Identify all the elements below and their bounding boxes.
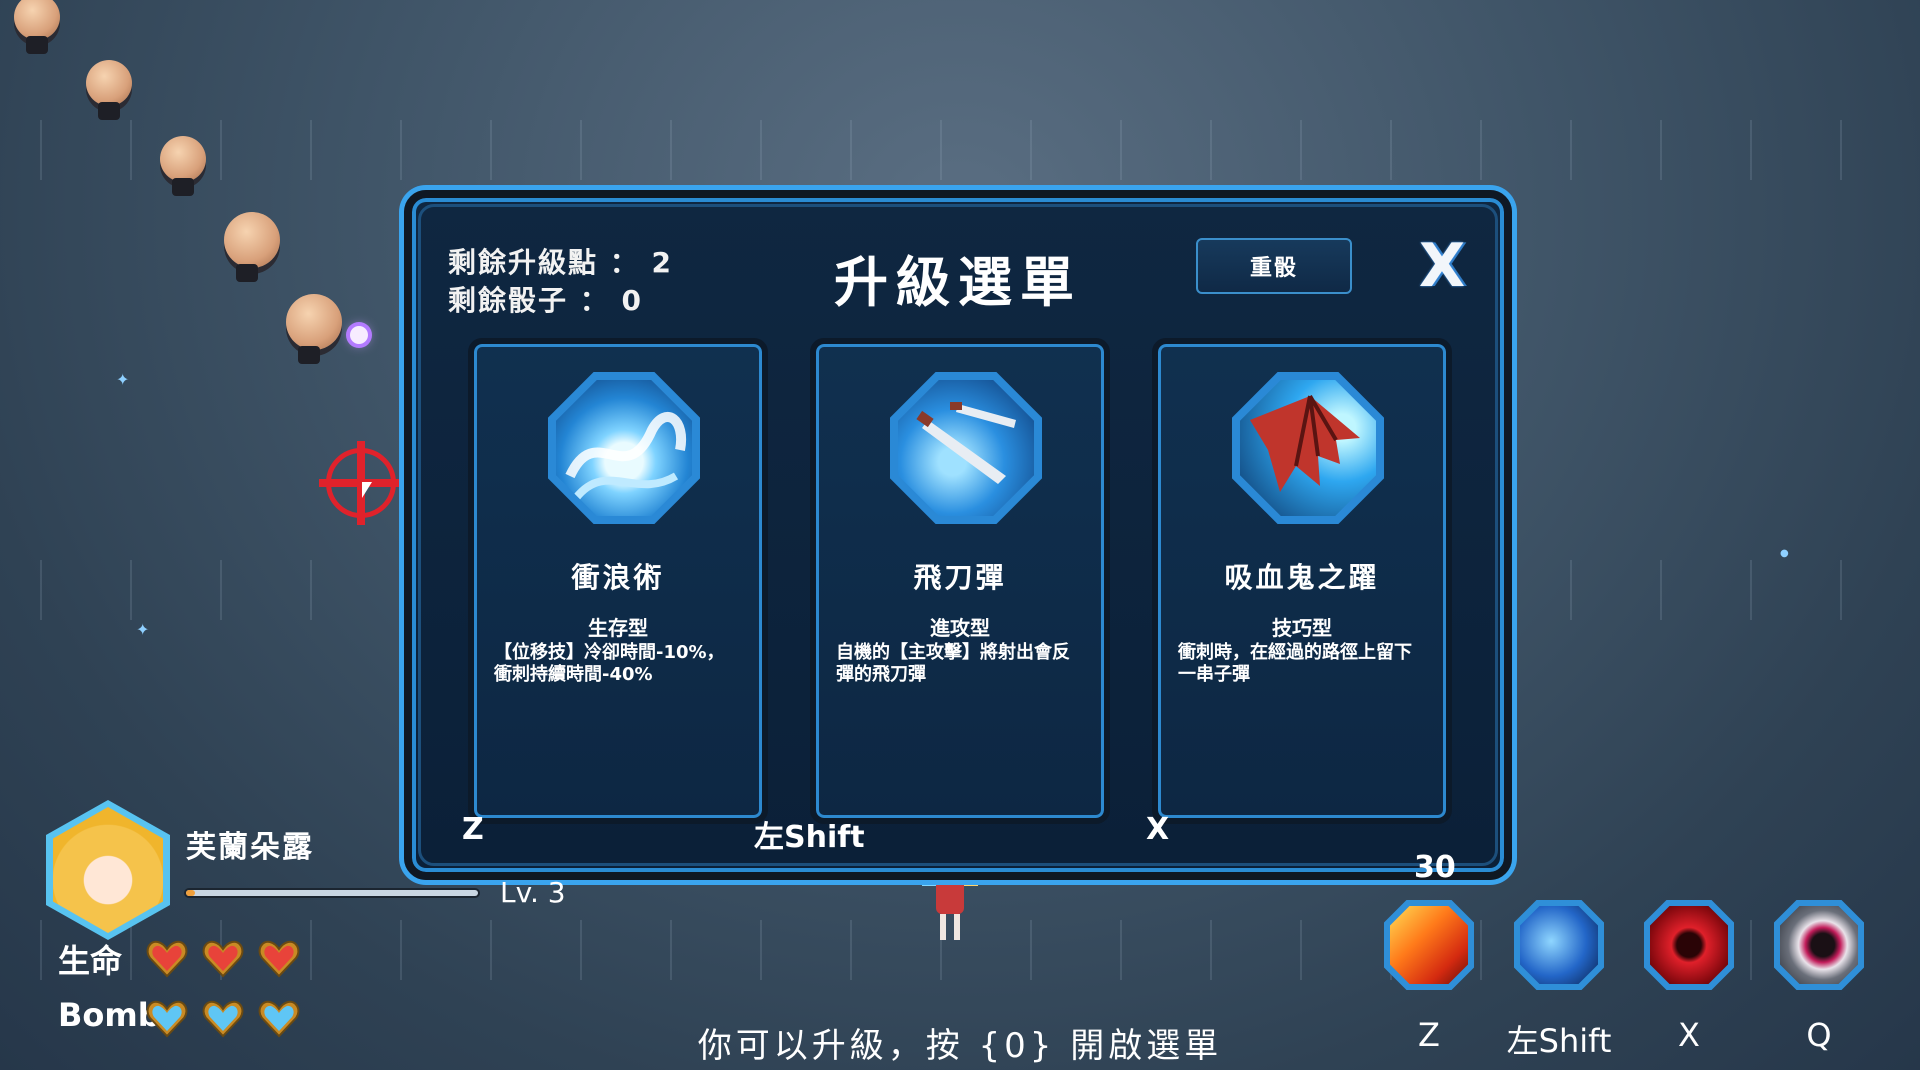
enemy [224, 212, 280, 282]
sparkle-icon: ● [1780, 548, 1789, 559]
skill-slot-z[interactable] [1384, 900, 1474, 990]
life-label: 生命 [58, 942, 123, 980]
crosshair-icon [319, 441, 403, 525]
sparkle-icon: ✦ [116, 370, 130, 389]
mouse-cursor-icon [362, 482, 372, 498]
countdown-timer: 30 [1414, 850, 1456, 885]
card-description: 衝刺時，在經過的路徑上留下一串子彈 [1178, 642, 1412, 685]
card-type: 進攻型 [930, 616, 990, 640]
xp-bar [186, 890, 478, 896]
enemy [286, 294, 342, 364]
enemy [86, 60, 132, 120]
heart-icon [144, 936, 190, 982]
background-wave [0, 120, 1920, 180]
sparkle-icon: ✦ [136, 620, 150, 639]
knives-icon [890, 372, 1042, 524]
enemy [160, 136, 206, 196]
card-description: 自機的【主攻擊】將射出會反彈的飛刀彈 [836, 642, 1070, 685]
enemy-bullet [350, 326, 368, 344]
card-name: 衝浪術 [571, 561, 665, 594]
skill-slot-q[interactable] [1774, 900, 1864, 990]
ring-icon [1780, 906, 1858, 984]
card-hotkey: 左Shift [754, 820, 865, 855]
upgrade-card[interactable]: 飛刀彈 進攻型 自機的【主攻擊】將射出會反彈的飛刀彈 [810, 338, 1110, 824]
close-button[interactable]: X [1412, 236, 1472, 296]
upgrade-card[interactable]: 吸血鬼之躍 技巧型 衝刺時，在經過的路徑上留下一串子彈 [1152, 338, 1452, 824]
player-level: Lv. 3 [500, 876, 566, 909]
enemy [14, 0, 60, 54]
wave-icon [548, 372, 700, 524]
flame-slash-icon [1390, 906, 1468, 984]
card-type: 生存型 [588, 616, 648, 640]
card-name: 飛刀彈 [913, 561, 1007, 594]
skill-slot-x[interactable] [1644, 900, 1734, 990]
card-hotkey: Z [462, 812, 484, 847]
player-name: 芙蘭朵露 [186, 830, 314, 865]
upgrade-card[interactable]: 衝浪術 生存型 【位移技】冷卻時間-10%，衝刺持續時間-40% [468, 338, 768, 824]
skill-slot-shift[interactable] [1514, 900, 1604, 990]
heart-icon [256, 936, 302, 982]
dash-icon [1520, 906, 1598, 984]
reroll-button[interactable]: 重骰 [1196, 238, 1352, 294]
card-name: 吸血鬼之躍 [1224, 561, 1380, 594]
upgrade-menu-panel: 剩餘升級點 ： 2 剩餘骰子 ： 0 升級選單 重骰 X 衝浪術 生存型 【位移… [404, 190, 1512, 885]
card-type: 技巧型 [1272, 616, 1332, 640]
blood-orb-icon [1650, 906, 1728, 984]
player-portrait [46, 800, 170, 940]
bat-wing-icon [1232, 372, 1384, 524]
upgrade-hint: 你可以升級，按 {0} 開啟選單 [697, 1026, 1223, 1066]
xp-fill [186, 890, 195, 896]
heart-icon [200, 936, 246, 982]
card-description: 【位移技】冷卻時間-10%，衝刺持續時間-40% [494, 642, 725, 685]
card-hotkey: X [1146, 812, 1170, 847]
